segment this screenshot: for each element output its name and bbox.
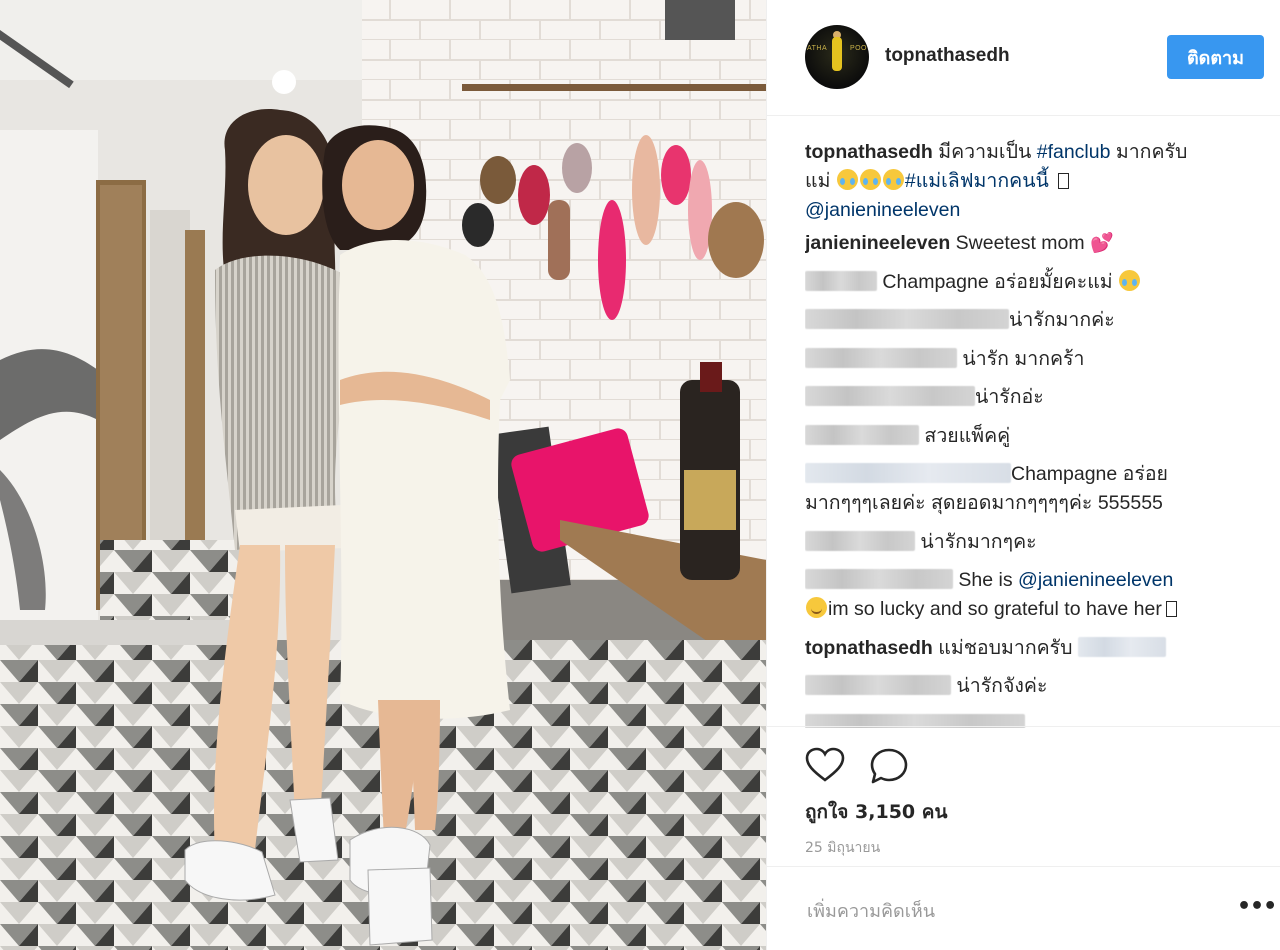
sparkling-heart-emoji-icon: 💕	[1090, 233, 1114, 254]
blurred-username	[805, 270, 877, 291]
comment-text: im so lucky and so grateful to have her	[828, 598, 1162, 620]
blurred-username	[805, 675, 951, 695]
likes-count[interactable]: ถูกใจ 3,150 คน	[805, 797, 947, 827]
comment-item: น่ารักอ่ะ	[805, 383, 1265, 412]
comment-item: topnathasedh แม่ชอบมากครับ	[805, 634, 1265, 663]
comment-item: น่ารักจังค่ะ	[805, 672, 1265, 701]
smiling-face-emoji-icon	[806, 597, 827, 618]
caption: topnathasedh มีความเป็น #fanclub มากครับ…	[805, 138, 1265, 225]
blurred-username	[805, 424, 919, 445]
hashtag-link[interactable]: #แม่เลิฟมากคนนี้	[905, 170, 1049, 192]
comment-text: น่ารักมากๆคะ	[920, 530, 1037, 553]
photo-illustration	[0, 0, 766, 950]
post-date[interactable]: 25 มิถุนายน	[805, 837, 880, 859]
blurred-username	[805, 569, 953, 589]
comment-item: น่ารักมากค่ะ	[805, 306, 1265, 335]
caption-text: มีความเป็น	[938, 141, 1032, 163]
comment-item: She is @janienineeleven im so lucky and …	[805, 566, 1265, 624]
avatar-figure-body	[832, 37, 842, 71]
comment-item: น่ารักมากๆคะ	[805, 528, 1265, 557]
tears-of-joy-emoji-icon	[882, 169, 904, 190]
post-actions: ถูกใจ 3,150 คน 25 มิถุนายน	[767, 726, 1280, 866]
comment-item: น่ารัก มากคร้า	[805, 345, 1265, 374]
follow-button[interactable]: ติดตาม	[1167, 35, 1264, 79]
comments-list[interactable]: topnathasedh มีความเป็น #fanclub มากครับ…	[805, 138, 1265, 728]
blurred-username	[805, 530, 915, 551]
comment-text: น่ารักอ่ะ	[975, 386, 1044, 408]
blurred-username	[805, 347, 957, 368]
comment-text: สวยแพ็คคู่	[924, 424, 1011, 447]
tears-of-joy-emoji-icon	[836, 169, 858, 190]
heart-icon[interactable]	[805, 747, 845, 787]
caption-text: แม่	[805, 170, 831, 192]
tears-of-joy-emoji-icon	[1119, 269, 1141, 291]
mention-link[interactable]: @janienineeleven	[805, 199, 960, 221]
blurred-username	[805, 463, 1011, 483]
blurred-username	[805, 309, 1009, 329]
comment-bubble-icon[interactable]	[869, 747, 909, 789]
comment-text: น่ารัก มากคร้า	[962, 347, 1085, 370]
post-photo[interactable]	[0, 0, 766, 950]
comment-text: She is	[958, 569, 1013, 591]
comment-text: น่ารักจังค่ะ	[956, 675, 1048, 697]
comment-username[interactable]: topnathasedh	[805, 637, 933, 659]
unrendered-glyph-icon	[1058, 173, 1070, 189]
comment-text: แม่ชอบมากครับ	[938, 636, 1073, 659]
comment-text: มากๆๆๆเลยค่ะ สุดยอดมากๆๆๆๆค่ะ 555555	[805, 492, 1163, 514]
comment-item: สวยแพ็คคู่	[805, 422, 1265, 451]
comment-text: Champagne อร่อยมั้ยคะแม่	[882, 270, 1113, 293]
mention-link[interactable]: @janienineeleven	[1018, 569, 1173, 591]
comment-item: Champagne อร่อยมั้ยคะแม่	[805, 268, 1265, 297]
more-options-icon[interactable]: •••	[1237, 896, 1277, 923]
caption-text: มากครับ	[1115, 141, 1188, 163]
comment-text: Champagne อร่อย	[1011, 463, 1168, 485]
unrendered-glyph-icon	[1165, 601, 1177, 617]
comment-item: janienineeleven Sweetest mom 💕	[805, 229, 1265, 258]
comment-item: Champagne อร่อย มากๆๆๆเลยค่ะ สุดยอดมากๆๆ…	[805, 460, 1265, 518]
blurred-mention	[1077, 636, 1166, 657]
avatar[interactable]: ATHA POO	[805, 25, 869, 89]
add-comment-bar: •••	[767, 866, 1280, 950]
comment-text: Sweetest mom	[955, 232, 1085, 254]
hashtag-link[interactable]: #fanclub	[1037, 141, 1111, 163]
caption-username[interactable]: topnathasedh	[805, 141, 933, 163]
comment-input[interactable]	[805, 895, 1189, 927]
tears-of-joy-emoji-icon	[859, 169, 881, 190]
post-side-panel: ATHA POO topnathasedh ติดตาม topnathasedh…	[766, 0, 1280, 950]
post-header: ATHA POO topnathasedh ติดตาม	[767, 0, 1280, 116]
author-username[interactable]: topnathasedh	[885, 45, 1010, 67]
comment-username[interactable]: janienineeleven	[805, 232, 950, 254]
blurred-username	[805, 386, 975, 406]
comment-text: น่ารักมากค่ะ	[1009, 309, 1115, 331]
